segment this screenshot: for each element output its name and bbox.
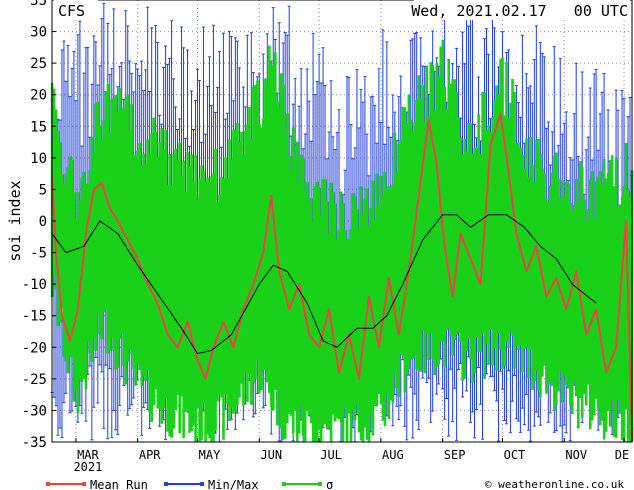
run-datetime: Wed, 2021.02.17 00 UTC bbox=[411, 2, 628, 20]
x-tick-label: DE bbox=[615, 448, 629, 462]
legend-label: Mean Run bbox=[90, 478, 148, 490]
x-tick-label: JUN bbox=[260, 448, 282, 462]
legend-marker bbox=[318, 482, 322, 486]
x-tick-label: SEP bbox=[444, 448, 466, 462]
x-tick-label: APR bbox=[139, 448, 161, 462]
legend-label: σ bbox=[326, 478, 333, 490]
model-label: CFS bbox=[58, 2, 85, 20]
y-tick-label: -20 bbox=[22, 340, 47, 356]
y-axis-title: soi index bbox=[6, 180, 24, 261]
x-tick-year: 2021 bbox=[73, 460, 102, 474]
y-tick-label: 25 bbox=[30, 56, 47, 72]
x-tick-label: NOV bbox=[565, 448, 587, 462]
legend-label: Min/Max bbox=[208, 478, 259, 490]
y-tick-label: -15 bbox=[22, 309, 47, 325]
legend-marker bbox=[200, 482, 204, 486]
y-tick-label: 35 bbox=[30, 0, 47, 9]
y-tick-label: -30 bbox=[22, 403, 47, 419]
y-tick-label: -35 bbox=[22, 435, 47, 451]
legend-marker bbox=[46, 482, 50, 486]
y-tick-label: -5 bbox=[30, 246, 47, 262]
y-tick-label: -10 bbox=[22, 277, 47, 293]
credit-text: © weatheronline.co.uk bbox=[485, 478, 624, 490]
y-tick-label: 15 bbox=[30, 119, 47, 135]
x-tick-label: JUL bbox=[320, 448, 342, 462]
y-tick-label: 10 bbox=[30, 151, 47, 167]
soi-chart: -35-30-25-20-15-10-505101520253035 MAR20… bbox=[0, 0, 634, 490]
y-tick-label: 0 bbox=[39, 214, 47, 230]
x-tick-label: MAY bbox=[199, 448, 221, 462]
legend-marker bbox=[82, 482, 86, 486]
legend-marker bbox=[282, 482, 286, 486]
y-tick-label: 30 bbox=[30, 25, 47, 41]
y-tick-label: -25 bbox=[22, 372, 47, 388]
x-tick-label: AUG bbox=[382, 448, 404, 462]
y-tick-label: 20 bbox=[30, 88, 47, 104]
y-tick-label: 5 bbox=[39, 182, 47, 198]
legend-marker bbox=[164, 482, 168, 486]
x-tick-label: OCT bbox=[504, 448, 526, 462]
